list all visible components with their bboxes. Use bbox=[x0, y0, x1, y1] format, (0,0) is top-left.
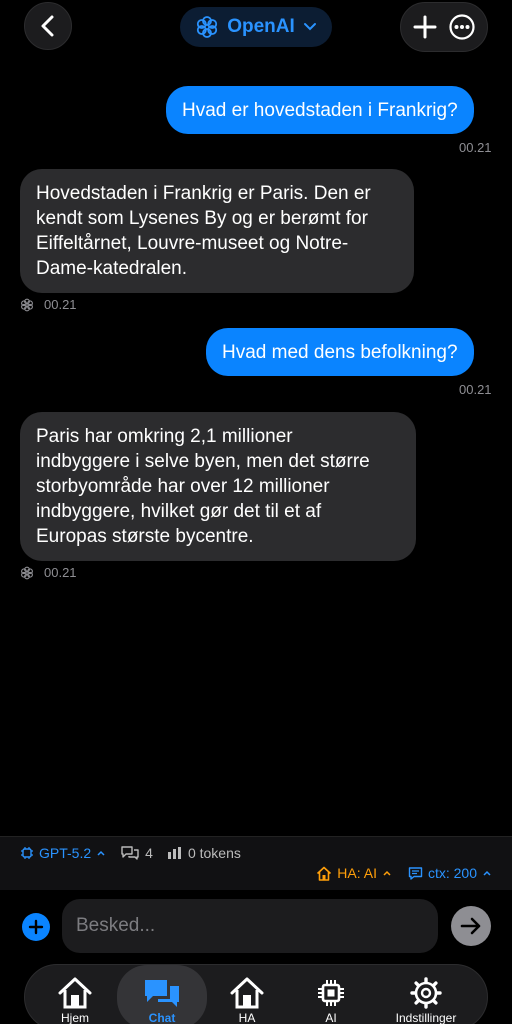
assistant-message-bubble: Hovedstaden i Frankrig er Paris. Den er … bbox=[20, 169, 414, 293]
chat-status-bar: GPT-5.2 4 0 tokens HA: AI ctx: 200 bbox=[0, 836, 512, 890]
tab-label: Chat bbox=[148, 1011, 176, 1024]
message-text-line: Hovedstaden i Frankrig er Paris. Den er bbox=[36, 183, 371, 204]
chevron-up-icon bbox=[97, 850, 105, 856]
assistant-message-meta: 00.21 bbox=[20, 565, 77, 580]
model-provider-selector[interactable]: OpenAI bbox=[180, 7, 332, 47]
bar-chart-icon bbox=[167, 847, 181, 859]
chip-icon bbox=[21, 847, 33, 859]
chevron-up-icon bbox=[483, 870, 491, 876]
page-title: OpenAI bbox=[227, 16, 295, 37]
context-label: ctx: 200 bbox=[427, 865, 477, 881]
message-text-line: storbyområde har over 12 millioner bbox=[36, 476, 330, 497]
message-text-line: Europas største bycentre. bbox=[36, 526, 254, 547]
ellipsis-icon bbox=[449, 14, 475, 40]
gear-icon bbox=[410, 977, 442, 1009]
tab-bar: Hjem Chat HA AI Indstillinger bbox=[24, 964, 488, 1024]
message-text-line: Paris har omkring 2,1 millioner bbox=[36, 426, 293, 447]
tab-ai[interactable]: AI bbox=[289, 965, 373, 1024]
chip-icon bbox=[318, 980, 344, 1006]
chevron-down-icon bbox=[303, 23, 316, 31]
message-input[interactable] bbox=[62, 899, 438, 953]
tab-chat[interactable]: Chat bbox=[117, 965, 207, 1024]
message-timestamp: 00.21 bbox=[459, 140, 492, 155]
user-message-bubble: Hvad med dens befolkning? bbox=[206, 328, 474, 376]
message-text: Hvad er hovedstaden i Frankrig? bbox=[182, 99, 458, 121]
home-icon bbox=[317, 866, 332, 881]
tab-label: HA bbox=[238, 1011, 256, 1024]
token-count-value: 0 tokens bbox=[187, 845, 241, 861]
header: OpenAI bbox=[0, 0, 512, 56]
new-chat-button[interactable] bbox=[412, 14, 438, 40]
ha-agent-selector[interactable]: HA: AI bbox=[316, 865, 392, 881]
ha-agent-label: HA: AI bbox=[337, 865, 377, 881]
chat-bubbles-icon bbox=[121, 846, 139, 860]
back-button[interactable] bbox=[24, 2, 72, 50]
message-text: Hvad med dens befolkning? bbox=[222, 341, 458, 363]
model-name: GPT-5.2 bbox=[39, 845, 92, 861]
tab-label: AI bbox=[325, 1011, 337, 1024]
message-text-line: Dame-katedralen. bbox=[36, 258, 188, 279]
model-selector[interactable]: GPT-5.2 bbox=[20, 845, 106, 861]
message-timestamp: 00.21 bbox=[459, 382, 492, 397]
openai-logo-icon bbox=[21, 298, 33, 311]
message-timestamp: 00.21 bbox=[44, 565, 77, 580]
token-count: 0 tokens bbox=[167, 845, 241, 861]
openai-logo-icon bbox=[21, 566, 33, 579]
chat-bubbles-icon bbox=[145, 980, 179, 1007]
message-text-line: kendt som Lysenes By og er berømt for bbox=[36, 208, 368, 229]
tab-label: Hjem bbox=[60, 1011, 89, 1024]
message-text-line: Eiffeltårnet, Louvre-museet og Notre- bbox=[36, 233, 349, 254]
tab-home[interactable]: Hjem bbox=[33, 965, 117, 1024]
chevron-left-icon bbox=[41, 15, 54, 37]
tab-ha[interactable]: HA bbox=[205, 965, 289, 1024]
plus-icon bbox=[28, 919, 44, 935]
plus-icon bbox=[413, 15, 437, 39]
message-square-icon bbox=[408, 866, 423, 880]
message-text-line: indbyggere, hvilket gør det til et af bbox=[36, 501, 322, 522]
send-button[interactable] bbox=[451, 906, 491, 946]
assistant-message-meta: 00.21 bbox=[20, 297, 77, 312]
user-message-bubble: Hvad er hovedstaden i Frankrig? bbox=[166, 86, 474, 134]
tab-label: Indstillinger bbox=[395, 1011, 457, 1024]
message-count-value: 4 bbox=[145, 845, 153, 861]
assistant-message-bubble: Paris har omkring 2,1 millioner indbygge… bbox=[20, 412, 416, 561]
status-row-secondary: HA: AI ctx: 200 bbox=[316, 865, 492, 881]
message-count: 4 bbox=[120, 845, 153, 861]
tab-settings[interactable]: Indstillinger bbox=[371, 965, 481, 1024]
message-composer bbox=[0, 890, 512, 964]
attach-button[interactable] bbox=[22, 913, 50, 941]
home-icon bbox=[230, 977, 264, 1009]
openai-logo-icon bbox=[197, 16, 218, 38]
more-options-button[interactable] bbox=[448, 13, 476, 41]
context-selector[interactable]: ctx: 200 bbox=[408, 865, 492, 881]
home-icon bbox=[58, 977, 92, 1009]
message-timestamp: 00.21 bbox=[44, 297, 77, 312]
chevron-up-icon bbox=[383, 870, 391, 876]
arrow-right-icon bbox=[460, 917, 481, 935]
message-text-line: indbyggere i selve byen, men det større bbox=[36, 451, 370, 472]
header-actions bbox=[400, 2, 488, 52]
status-row-primary: GPT-5.2 4 0 tokens bbox=[20, 845, 241, 861]
